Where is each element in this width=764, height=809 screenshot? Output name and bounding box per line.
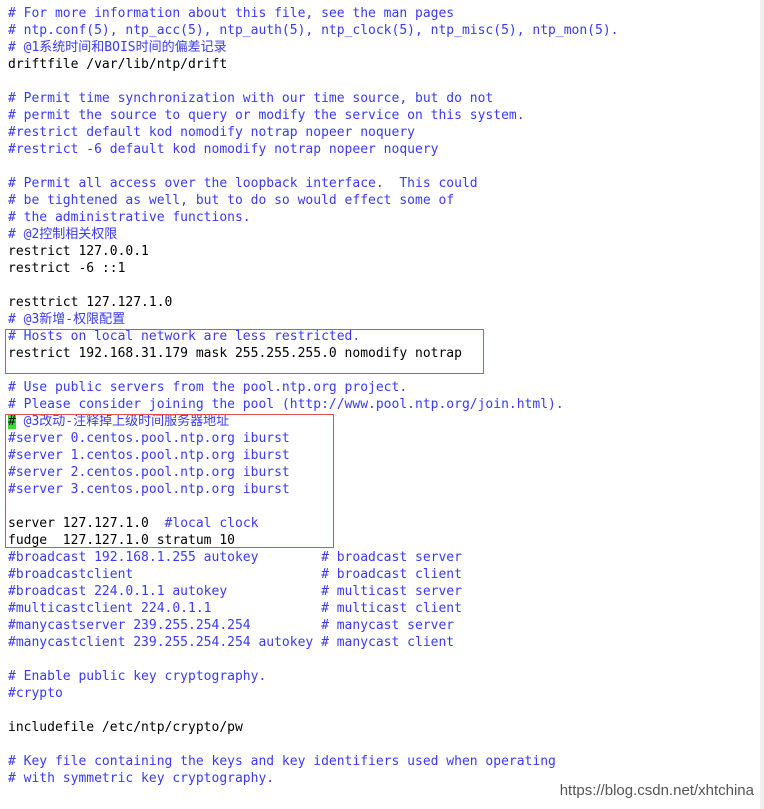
editor-line: # Key file containing the keys and key i… bbox=[8, 754, 556, 769]
editor-line: restrict 127.0.0.1 bbox=[8, 244, 149, 259]
editor-line: restrict -6 ::1 bbox=[8, 261, 126, 276]
editor-line: resttrict 127.127.1.0 bbox=[8, 295, 173, 310]
editor-line: # Hosts on local network are less restri… bbox=[8, 329, 361, 344]
editor-line: #manycastserver 239.255.254.254 # manyca… bbox=[8, 618, 455, 633]
editor-line: driftfile /var/lib/ntp/drift bbox=[8, 57, 228, 72]
editor-line: #restrict default kod nomodify notrap no… bbox=[8, 125, 415, 140]
editor-line: #manycastclient 239.255.254.254 autokey … bbox=[8, 635, 455, 650]
editor-line: #server 2.centos.pool.ntp.org iburst bbox=[8, 465, 290, 480]
editor-line: # Permit time synchronization with our t… bbox=[8, 91, 494, 106]
text-cursor: # bbox=[8, 414, 16, 429]
editor-line: # the administrative functions. bbox=[8, 210, 251, 225]
editor-line: # For more information about this file, … bbox=[8, 6, 455, 21]
editor-line: #broadcast 192.168.1.255 autokey # broad… bbox=[8, 550, 462, 565]
editor-line: #crypto bbox=[8, 686, 63, 701]
editor-line: includefile /etc/ntp/crypto/pw bbox=[8, 720, 243, 735]
editor-line: # Use public servers from the pool.ntp.o… bbox=[8, 380, 408, 395]
editor-line: # permit the source to query or modify t… bbox=[8, 108, 525, 123]
editor-line: # @3新增-权限配置 bbox=[8, 312, 126, 327]
editor-line: #server 1.centos.pool.ntp.org iburst bbox=[8, 448, 290, 463]
editor-line: #server 3.centos.pool.ntp.org iburst bbox=[8, 482, 290, 497]
editor-line: #broadcastclient # broadcast client bbox=[8, 567, 462, 582]
editor-line-with-cursor: # @3改动-注释掉上级时间服务器地址 bbox=[8, 413, 229, 430]
editor-line-text: server 127.127.1.0 bbox=[8, 516, 165, 531]
editor-line: # Enable public key cryptography. bbox=[8, 669, 267, 684]
editor-line: # @1系统时间和BOIS时间的偏差记录 bbox=[8, 40, 227, 55]
editor-line: #multicastclient 224.0.1.1 # multicast c… bbox=[8, 601, 462, 616]
editor-line: # be tightened as well, but to do so wou… bbox=[8, 193, 455, 208]
editor-line: # @2控制相关权限 bbox=[8, 227, 118, 242]
editor-line: # with symmetric key cryptography. bbox=[8, 771, 275, 786]
editor-line: fudge 127.127.1.0 stratum 10 bbox=[8, 533, 235, 548]
editor-line: #server 0.centos.pool.ntp.org iburst bbox=[8, 431, 290, 446]
watermark: https://blog.csdn.net/xhtchina bbox=[559, 782, 754, 799]
editor-line: server 127.127.1.0 #local clock bbox=[8, 515, 258, 532]
editor-line: restrict 192.168.31.179 mask 255.255.255… bbox=[8, 346, 462, 361]
editor-line: # Please consider joining the pool (http… bbox=[8, 397, 564, 412]
editor-line: # Permit all access over the loopback in… bbox=[8, 176, 478, 191]
scrollbar[interactable] bbox=[760, 0, 764, 809]
editor-line-text: @3改动-注释掉上级时间服务器地址 bbox=[15, 414, 230, 429]
text-editor[interactable]: # For more information about this file, … bbox=[0, 0, 764, 809]
inline-comment: #local clock bbox=[164, 516, 259, 531]
editor-line: # ntp.conf(5), ntp_acc(5), ntp_auth(5), … bbox=[8, 23, 619, 38]
editor-line: #restrict -6 default kod nomodify notrap… bbox=[8, 142, 439, 157]
editor-line: #broadcast 224.0.1.1 autokey # multicast… bbox=[8, 584, 462, 599]
